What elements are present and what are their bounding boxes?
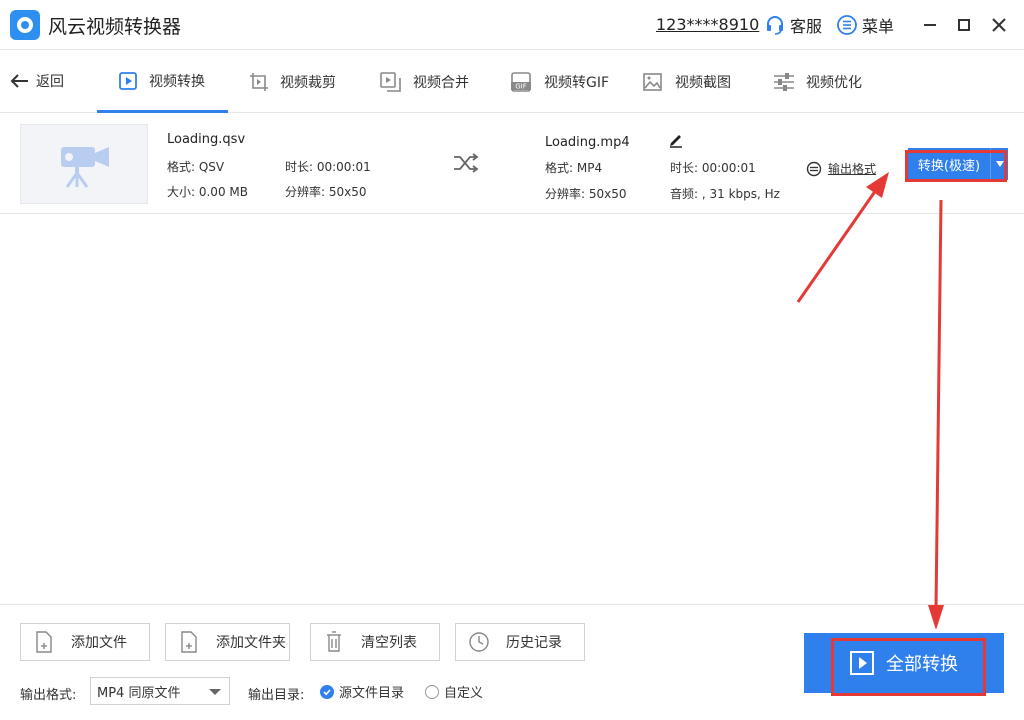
menu-button[interactable]: 菜单 — [836, 14, 894, 36]
output-dir-label: 输出目录: — [248, 688, 305, 703]
add-file-button[interactable]: 添加文件 — [20, 623, 150, 661]
svg-text:GIF: GIF — [515, 83, 527, 91]
output-audio: 音频: , 31 kbps, Hz — [670, 187, 780, 201]
convert-all-label: 全部转换 — [886, 654, 958, 675]
caret-down-icon — [995, 161, 1004, 167]
add-folder-button[interactable]: 添加文件夹 — [165, 623, 290, 661]
title-bar: 风云视频转换器 123****8910 客服 菜单 — [0, 0, 1024, 50]
add-file-icon — [36, 631, 52, 653]
tab-video-merge[interactable]: 视频合并 — [379, 51, 469, 113]
output-format-link: 输出格式 — [828, 162, 877, 176]
clock-icon — [469, 632, 489, 652]
source-file-name: Loading.qsv — [167, 132, 246, 147]
tab-video-to-gif[interactable]: GIF 视频转GIF — [510, 51, 609, 113]
radio-source-label: 源文件目录 — [339, 686, 405, 701]
tab-video-screenshot[interactable]: 视频截图 — [641, 51, 731, 113]
output-format-value: MP4 同原文件 — [97, 685, 181, 701]
output-format-settings[interactable]: 输出格式 — [806, 160, 876, 177]
add-folder-label: 添加文件夹 — [216, 635, 286, 651]
output-duration: 时长: 00:00:01 — [670, 161, 756, 175]
menu-label: 菜单 — [862, 17, 895, 36]
radio-checked-icon — [320, 684, 334, 699]
radio-unchecked-icon — [425, 684, 439, 699]
close-icon[interactable] — [989, 15, 1009, 35]
history-button[interactable]: 历史记录 — [455, 623, 585, 661]
file-list-item: Loading.qsv 格式: QSV 大小: 0.00 MB 时长: 00:0… — [0, 114, 1024, 214]
pencil-icon[interactable] — [668, 132, 684, 148]
annotation-arrow-convert-all — [928, 199, 944, 630]
trash-icon — [327, 631, 341, 652]
add-folder-icon — [181, 631, 197, 653]
image-icon — [643, 73, 662, 91]
gif-icon: GIF — [511, 72, 531, 92]
radio-custom-label: 自定义 — [444, 686, 484, 701]
history-label: 历史记录 — [506, 635, 562, 651]
source-resolution: 分辨率: 50x50 — [285, 185, 367, 199]
video-convert-icon — [119, 71, 137, 90]
minimize-icon[interactable] — [920, 15, 940, 35]
tab-video-convert[interactable]: 视频转换 — [97, 51, 228, 113]
output-file-name: Loading.mp4 — [545, 135, 630, 150]
bottom-toolbar: 添加文件 添加文件夹 清空列表 历史记录 输出格式: MP4 同原文件 输出目录… — [0, 604, 1024, 720]
customer-service-button[interactable]: 客服 — [764, 14, 822, 36]
tab-label: 视频截图 — [675, 75, 731, 91]
headset-icon — [767, 16, 783, 35]
add-file-label: 添加文件 — [71, 635, 127, 651]
source-format: 格式: QSV — [167, 160, 225, 174]
maximize-icon[interactable] — [954, 15, 974, 35]
video-camera-icon — [61, 147, 109, 188]
tab-video-crop[interactable]: 视频裁剪 — [248, 51, 336, 113]
crop-icon — [250, 73, 268, 91]
settings-icon — [806, 161, 822, 176]
output-format: 格式: MP4 — [545, 161, 603, 175]
radio-custom-dir[interactable]: 自定义 — [425, 682, 483, 701]
back-button[interactable]: 返回 — [10, 71, 64, 91]
play-icon — [850, 651, 874, 675]
output-format-label: 输出格式: — [20, 688, 77, 703]
source-size: 大小: 0.00 MB — [167, 185, 248, 199]
video-thumbnail — [20, 124, 148, 204]
convert-button[interactable]: 转换(极速) — [908, 148, 990, 180]
merge-icon — [380, 72, 401, 92]
tab-label: 视频转换 — [149, 73, 205, 90]
account-link[interactable]: 123****8910 — [656, 15, 759, 34]
output-format-select[interactable]: MP4 同原文件 — [90, 677, 230, 705]
source-duration: 时长: 00:00:01 — [285, 160, 371, 174]
convert-dropdown-button[interactable] — [990, 148, 1008, 180]
output-resolution: 分辨率: 50x50 — [545, 187, 627, 201]
radio-source-dir[interactable]: 源文件目录 — [320, 682, 404, 701]
tab-label: 视频合并 — [413, 75, 469, 91]
chevron-down-icon — [209, 689, 221, 695]
app-title: 风云视频转换器 — [48, 16, 182, 38]
menu-icon — [837, 15, 857, 35]
tab-label: 视频优化 — [806, 75, 862, 91]
convert-all-button[interactable]: 全部转换 — [804, 633, 1004, 693]
arrow-left-icon — [10, 74, 28, 88]
clear-list-button[interactable]: 清空列表 — [310, 623, 440, 661]
app-logo — [10, 10, 40, 40]
sliders-icon — [774, 73, 794, 91]
tab-label: 视频转GIF — [544, 75, 610, 91]
back-label: 返回 — [36, 74, 64, 90]
nav-bar: 返回 视频转换 视频裁剪 视频合并 GIF 视频转GIF 视频截图 视频优化 — [0, 51, 1024, 113]
customer-service-label: 客服 — [790, 17, 823, 36]
tab-video-optimize[interactable]: 视频优化 — [772, 51, 862, 113]
shuffle-icon — [454, 153, 479, 173]
tab-label: 视频裁剪 — [280, 75, 336, 91]
clear-list-label: 清空列表 — [361, 635, 417, 651]
